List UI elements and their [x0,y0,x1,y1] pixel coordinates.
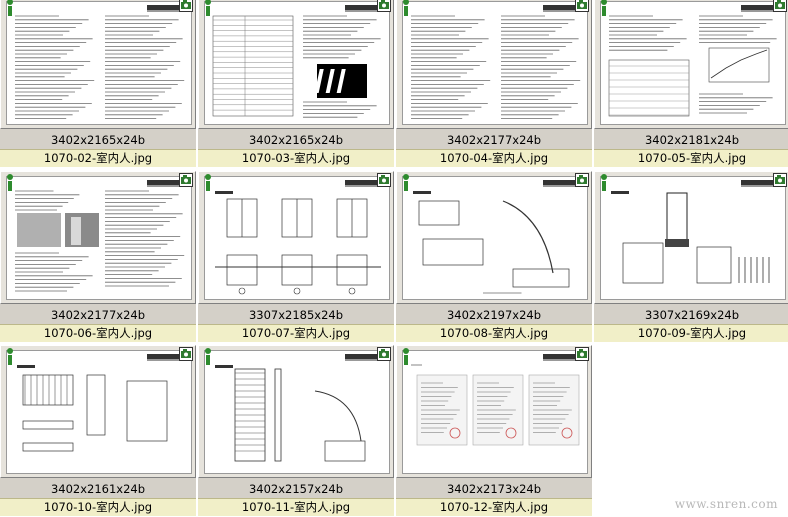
page-preview [413,180,583,294]
image-dimensions: 3307x2169x24b [644,308,740,322]
file-name-label[interactable]: 1070-10-室内人.jpg [0,498,196,516]
page-preview [15,5,187,119]
info-icon[interactable] [3,0,17,18]
thumbnail-tile[interactable]: 3402x2181x24b 1070-05-室内人.jpg [594,0,788,167]
file-name-label[interactable]: 1070-04-室内人.jpg [396,149,592,167]
image-type-icon [575,0,589,12]
page-preview [411,5,583,119]
thumbnail-image[interactable] [600,1,786,125]
thumbnail-tile[interactable]: 3402x2177x24b 1070-04-室内人.jpg [396,0,592,167]
thumbnail-image[interactable] [6,176,192,300]
thumbnail-image[interactable] [204,350,390,474]
thumbnail-frame[interactable] [396,345,592,478]
thumbnail-frame[interactable] [0,345,196,478]
image-type-icon [773,173,787,187]
thumbnail-tile[interactable]: 3307x2185x24b 1070-07-室内人.jpg [198,171,394,342]
thumbnail-tile[interactable]: 3402x2165x24b 1070-02-室内人.jpg [0,0,196,167]
page-preview [212,5,385,118]
image-dimensions: 3402x2165x24b [248,133,344,147]
info-icon[interactable] [201,347,215,367]
image-type-icon [377,0,391,12]
image-dimensions: 3402x2177x24b [50,308,146,322]
page-preview [215,180,385,295]
thumbnail-tile[interactable]: 3402x2165x24b 1070-03-室内人.jpg [198,0,394,167]
info-icon[interactable] [3,347,17,367]
file-name-label[interactable]: 1070-08-室内人.jpg [396,324,592,342]
image-type-icon [377,173,391,187]
file-name-label[interactable]: 1070-06-室内人.jpg [0,324,196,342]
thumbnail-image[interactable] [402,1,588,125]
page-preview [411,354,583,446]
info-icon[interactable] [3,173,17,193]
info-icon[interactable] [399,173,413,193]
thumbnail-grid: 3402x2165x24b 1070-02-室内人.jpg 3402x2165x24… [0,0,788,517]
image-dimensions: 3402x2157x24b [248,482,344,496]
thumbnail-frame[interactable] [0,0,196,129]
info-icon[interactable] [399,0,413,18]
thumbnail-frame[interactable] [198,345,394,478]
thumbnail-frame[interactable] [594,171,788,304]
file-name-label[interactable]: 1070-11-室内人.jpg [198,498,394,516]
thumbnail-tile[interactable]: 3307x2169x24b 1070-09-室内人.jpg [594,171,788,342]
thumbnail-frame[interactable] [0,171,196,304]
info-icon[interactable] [201,0,215,18]
thumbnail-frame[interactable] [198,0,394,129]
thumbnail-image[interactable] [6,1,192,125]
thumbnail-image[interactable] [6,350,192,474]
info-icon[interactable] [597,0,611,18]
image-type-icon [179,173,193,187]
image-type-icon [773,0,787,12]
image-dimensions: 3402x2197x24b [446,308,542,322]
image-type-icon [575,173,589,187]
thumbnail-image[interactable] [402,350,588,474]
thumbnail-image[interactable] [600,176,786,300]
image-dimensions: 3402x2177x24b [446,133,542,147]
thumbnail-frame[interactable] [396,0,592,129]
page-preview [608,5,781,117]
page-preview [15,180,187,292]
page-preview [215,354,385,462]
image-dimensions: 3402x2161x24b [50,482,146,496]
file-name-label[interactable]: 1070-09-室内人.jpg [594,324,788,342]
thumbnail-tile[interactable]: 3402x2177x24b 1070-06-室内人.jpg [0,171,196,342]
file-name-label[interactable]: 1070-05-室内人.jpg [594,149,788,167]
thumbnail-frame[interactable] [198,171,394,304]
image-type-icon [179,0,193,12]
thumbnail-frame[interactable] [594,0,788,129]
image-dimensions: 3402x2181x24b [644,133,740,147]
image-type-icon [179,347,193,361]
image-dimensions: 3402x2165x24b [50,133,146,147]
image-dimensions: 3307x2185x24b [248,308,344,322]
file-name-label[interactable]: 1070-07-室内人.jpg [198,324,394,342]
thumbnail-image[interactable] [204,176,390,300]
file-name-label[interactable]: 1070-12-室内人.jpg [396,498,592,516]
thumbnail-tile[interactable]: 3402x2157x24b 1070-11-室内人.jpg [198,345,394,516]
thumbnail-tile[interactable]: 3402x2161x24b 1070-10-室内人.jpg [0,345,196,516]
image-dimensions: 3402x2173x24b [446,482,542,496]
thumbnail-tile[interactable]: 3402x2173x24b 1070-12-室内人.jpg [396,345,592,516]
info-icon[interactable] [201,173,215,193]
file-name-label[interactable]: 1070-03-室内人.jpg [198,149,394,167]
image-type-icon [575,347,589,361]
thumbnail-frame[interactable] [396,171,592,304]
page-preview [17,354,187,452]
page-preview [611,180,781,284]
info-icon[interactable] [399,347,413,367]
thumbnail-tile[interactable]: 3402x2197x24b 1070-08-室内人.jpg [396,171,592,342]
info-icon[interactable] [597,173,611,193]
thumbnail-image[interactable] [204,1,390,125]
file-name-label[interactable]: 1070-02-室内人.jpg [0,149,196,167]
thumbnail-image[interactable] [402,176,588,300]
watermark: www.snren.com [674,497,778,511]
image-type-icon [377,347,391,361]
